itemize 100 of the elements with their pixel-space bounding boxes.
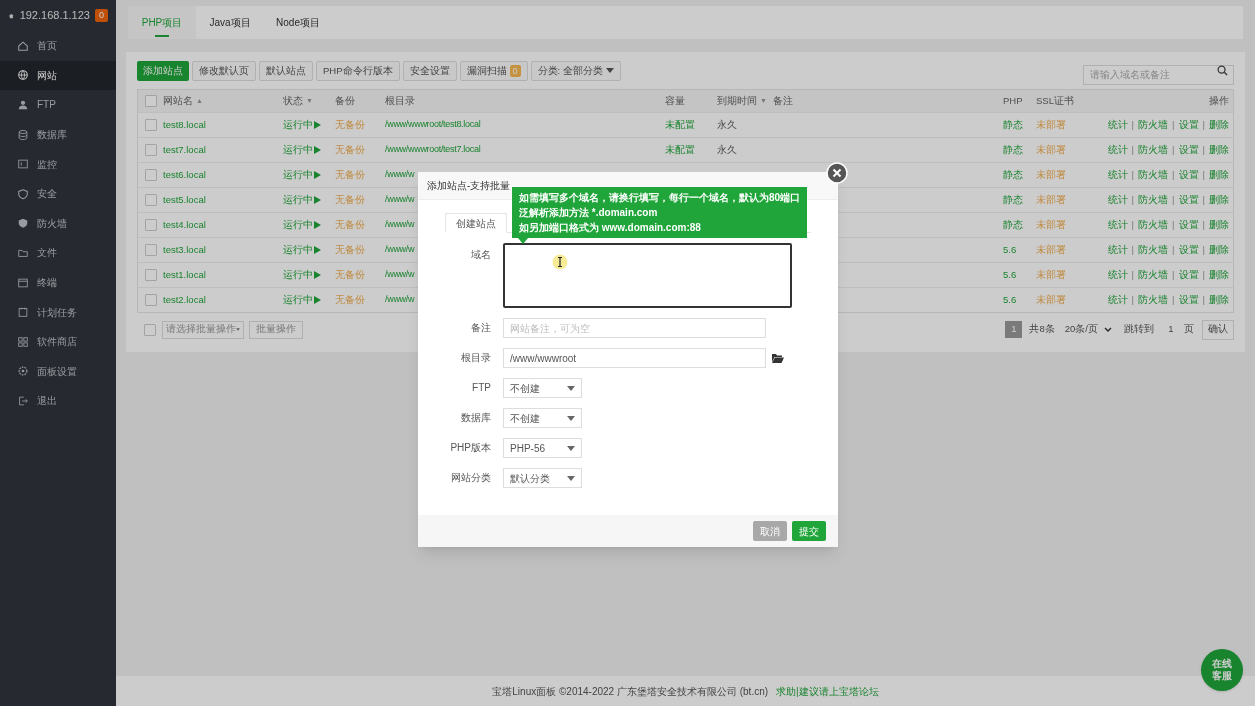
root-path-link[interactable]: /www/w bbox=[385, 293, 415, 307]
capacity-link[interactable]: 未配置 bbox=[665, 117, 695, 133]
ssl-link[interactable]: 未部署 bbox=[1036, 217, 1066, 233]
action-link[interactable]: 防火墙 bbox=[1138, 117, 1169, 133]
dialog-tab[interactable]: 创建站点 bbox=[445, 213, 507, 233]
column-header[interactable]: 备注 bbox=[773, 93, 793, 109]
action-link[interactable]: 设置 bbox=[1178, 142, 1199, 158]
action-link[interactable]: 防火墙 bbox=[1138, 292, 1169, 308]
toolbar-button[interactable]: 安全设置 bbox=[402, 61, 457, 81]
project-tab[interactable]: PHP项目 bbox=[128, 6, 196, 39]
column-header[interactable]: 根目录 bbox=[385, 93, 415, 109]
action-link[interactable]: 统计 bbox=[1107, 192, 1128, 208]
status-link[interactable]: 运行中 bbox=[283, 217, 321, 233]
ssl-link[interactable]: 未部署 bbox=[1036, 142, 1066, 158]
dropdown-select[interactable]: PHP-56 bbox=[503, 438, 582, 458]
column-header[interactable]: 网站名 bbox=[163, 93, 193, 109]
expiry-text[interactable]: 永久 bbox=[717, 142, 737, 158]
site-link[interactable]: test7.local bbox=[163, 142, 206, 158]
action-link[interactable]: 设置 bbox=[1178, 242, 1199, 258]
action-link[interactable]: 统计 bbox=[1107, 142, 1128, 158]
column-header[interactable]: SSL证书 bbox=[1036, 93, 1074, 109]
sidebar-item[interactable]: 安全 bbox=[0, 178, 116, 209]
action-link[interactable]: 防火墙 bbox=[1138, 192, 1169, 208]
site-link[interactable]: test6.local bbox=[163, 167, 206, 183]
ssl-link[interactable]: 未部署 bbox=[1036, 242, 1066, 258]
root-path-link[interactable]: /www/wwwroot/test8.local bbox=[385, 118, 481, 132]
checkbox[interactable] bbox=[143, 323, 156, 336]
status-link[interactable]: 运行中 bbox=[283, 142, 321, 158]
action-link[interactable]: 统计 bbox=[1107, 167, 1128, 183]
site-link[interactable]: test5.local bbox=[163, 192, 206, 208]
batch-select[interactable]: 请选择批量操作 bbox=[162, 320, 244, 339]
action-link[interactable]: 统计 bbox=[1107, 242, 1128, 258]
php-version-link[interactable]: 静态 bbox=[1003, 117, 1023, 133]
status-link[interactable]: 运行中 bbox=[283, 192, 321, 208]
checkbox[interactable] bbox=[144, 294, 157, 306]
backup-link[interactable]: 无备份 bbox=[335, 267, 365, 283]
action-link[interactable]: 删除 bbox=[1209, 217, 1229, 233]
backup-link[interactable]: 无备份 bbox=[335, 292, 365, 308]
confirm-button[interactable]: 确认 bbox=[1202, 319, 1234, 340]
page-input[interactable]: 1 bbox=[1160, 320, 1182, 339]
checkbox[interactable] bbox=[144, 119, 157, 131]
sidebar-item[interactable]: 退出 bbox=[0, 386, 116, 416]
action-link[interactable]: 统计 bbox=[1107, 117, 1128, 133]
remark-field[interactable]: 网站备注，可为空 bbox=[503, 318, 766, 338]
root-path-field[interactable]: /www/wwwroot bbox=[503, 348, 766, 368]
ssl-link[interactable]: 未部署 bbox=[1036, 267, 1066, 283]
column-header[interactable]: PHP bbox=[1003, 93, 1023, 109]
checkbox[interactable] bbox=[144, 169, 157, 181]
sidebar-item[interactable]: 防火墙 bbox=[0, 208, 116, 239]
ssl-link[interactable]: 未部署 bbox=[1036, 192, 1066, 208]
action-link[interactable]: 删除 bbox=[1209, 267, 1229, 283]
action-link[interactable]: 删除 bbox=[1209, 242, 1229, 258]
action-link[interactable]: 删除 bbox=[1209, 142, 1229, 158]
site-link[interactable]: test1.local bbox=[163, 267, 206, 283]
submit-button[interactable]: 提交 bbox=[792, 521, 826, 541]
backup-link[interactable]: 无备份 bbox=[335, 142, 365, 158]
action-link[interactable]: 防火墙 bbox=[1138, 217, 1169, 233]
project-tab[interactable]: Node项目 bbox=[264, 6, 332, 39]
column-header[interactable]: 操作 bbox=[1209, 93, 1229, 109]
php-version-link[interactable]: 静态 bbox=[1003, 167, 1023, 183]
action-link[interactable]: 统计 bbox=[1107, 292, 1128, 308]
toolbar-button[interactable]: PHP命令行版本 bbox=[316, 61, 400, 81]
expiry-text[interactable]: 永久 bbox=[717, 117, 737, 133]
chat-button[interactable]: 在线客服 bbox=[1201, 649, 1243, 691]
status-link[interactable]: 运行中 bbox=[283, 267, 321, 283]
sidebar-item[interactable]: 网站 bbox=[0, 60, 116, 91]
action-link[interactable]: 设置 bbox=[1178, 292, 1199, 308]
action-link[interactable]: 设置 bbox=[1178, 117, 1199, 133]
ssl-link[interactable]: 未部署 bbox=[1036, 117, 1066, 133]
sidebar-item[interactable]: FTP bbox=[0, 90, 116, 120]
sidebar-item[interactable]: 文件 bbox=[0, 238, 116, 268]
cancel-button[interactable]: 取消 bbox=[753, 521, 787, 541]
checkbox[interactable] bbox=[144, 269, 157, 281]
checkbox[interactable] bbox=[144, 95, 157, 107]
php-version-link[interactable]: 静态 bbox=[1003, 192, 1023, 208]
action-link[interactable]: 设置 bbox=[1178, 267, 1199, 283]
backup-link[interactable]: 无备份 bbox=[335, 192, 365, 208]
project-tab[interactable]: Java项目 bbox=[196, 6, 264, 39]
toolbar-button[interactable]: 修改默认页 bbox=[192, 61, 256, 81]
status-link[interactable]: 运行中 bbox=[283, 117, 321, 133]
checkbox[interactable] bbox=[144, 194, 157, 206]
sidebar-item[interactable]: 数据库 bbox=[0, 119, 116, 150]
php-version-link[interactable]: 5.6 bbox=[1003, 267, 1017, 283]
action-link[interactable]: 防火墙 bbox=[1138, 142, 1169, 158]
sidebar-item[interactable]: 监控 bbox=[0, 149, 116, 179]
php-version-link[interactable]: 静态 bbox=[1003, 142, 1023, 158]
toolbar-button[interactable]: 漏洞扫描 0 bbox=[459, 61, 528, 81]
action-link[interactable]: 防火墙 bbox=[1138, 242, 1169, 258]
add-site-button[interactable]: 添加站点 bbox=[137, 61, 189, 81]
root-path-link[interactable]: /www/wwwroot/test7.local bbox=[385, 143, 481, 157]
status-link[interactable]: 运行中 bbox=[283, 292, 321, 308]
root-path-link[interactable]: /www/w bbox=[385, 268, 415, 282]
forum-link[interactable]: 求助|建议请上宝塔论坛 bbox=[776, 683, 879, 699]
action-link[interactable]: 删除 bbox=[1209, 167, 1229, 183]
page-number[interactable]: 1 bbox=[1005, 321, 1023, 338]
backup-link[interactable]: 无备份 bbox=[335, 242, 365, 258]
status-link[interactable]: 运行中 bbox=[283, 167, 321, 183]
action-link[interactable]: 防火墙 bbox=[1138, 167, 1169, 183]
php-version-link[interactable]: 5.6 bbox=[1003, 242, 1017, 258]
category-dropdown[interactable]: 分类: 全部分类 bbox=[530, 61, 621, 81]
